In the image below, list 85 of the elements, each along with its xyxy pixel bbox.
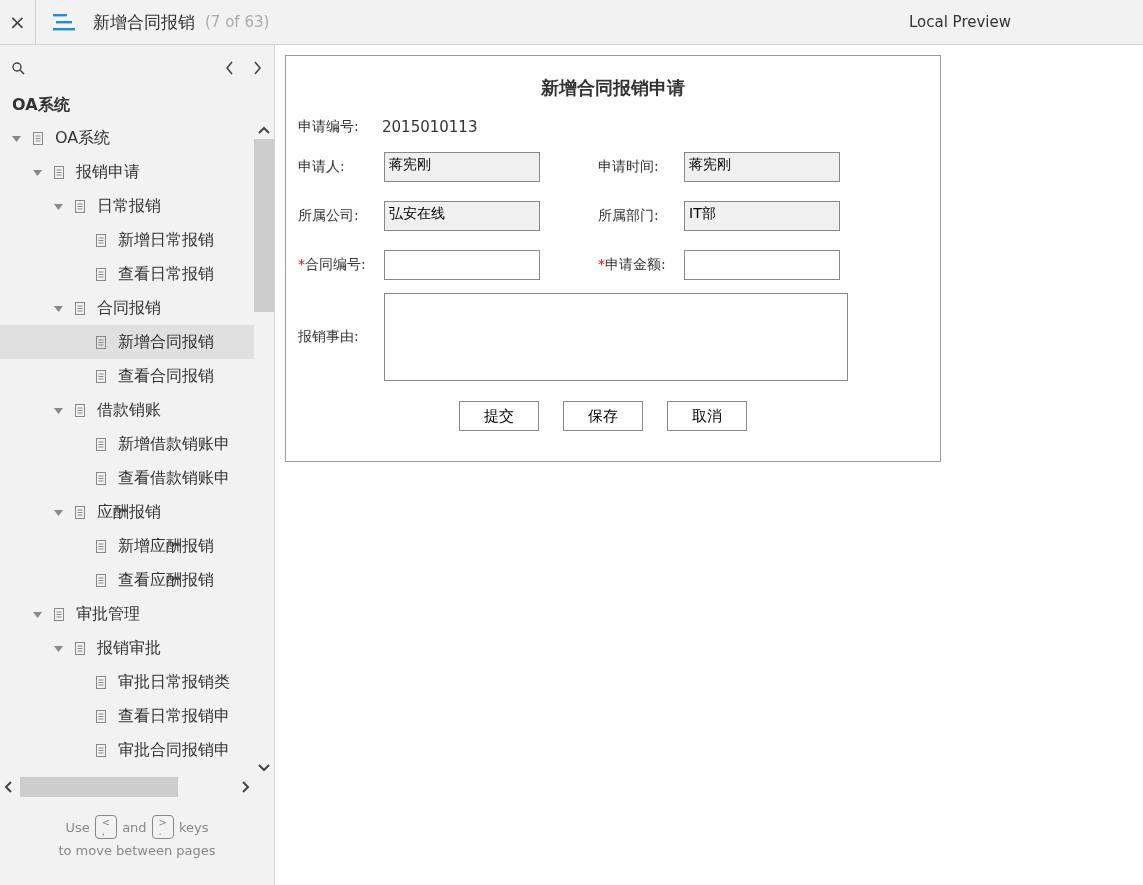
scroll-left-icon[interactable] <box>4 781 12 793</box>
input-field[interactable]: IT部 <box>684 201 840 231</box>
page-title: 新增合同报销 <box>93 10 195 34</box>
field-label: 申请编号: <box>298 118 360 136</box>
form-button[interactable]: 保存 <box>563 401 643 431</box>
tree-item[interactable]: 借款销账 <box>0 393 254 427</box>
page-icon <box>96 471 106 485</box>
tree-item[interactable]: 日常报销 <box>0 189 254 223</box>
next-icon[interactable] <box>253 61 262 75</box>
page-icon <box>96 675 106 689</box>
tree-item[interactable]: 审批合同报销申 <box>0 733 254 767</box>
page-icon <box>96 335 106 349</box>
tree-item[interactable]: 新增合同报销 <box>0 325 254 359</box>
tree-item[interactable]: 审批管理 <box>0 597 254 631</box>
tree-item[interactable]: OA系统 <box>0 121 254 155</box>
page-icon <box>75 199 85 213</box>
page-icon <box>75 505 85 519</box>
tree-item[interactable]: 报销审批 <box>0 631 254 665</box>
page-icon <box>54 607 64 621</box>
sidebar-heading: OA系统 <box>11 94 71 116</box>
scroll-down-icon[interactable] <box>258 764 270 772</box>
page-icon <box>75 641 85 655</box>
local-preview-label: Local Preview <box>908 13 1011 31</box>
hint-text: and <box>122 819 147 835</box>
menu-icon[interactable] <box>53 13 75 31</box>
page-counter: (7 of 63) <box>205 13 270 31</box>
key-cap: < , <box>94 815 118 839</box>
field-label: 报销事由: <box>298 328 360 346</box>
form-title: 新增合同报销申请 <box>540 76 686 100</box>
tree-item[interactable]: 新增借款销账申 <box>0 427 254 461</box>
tree-item[interactable]: 查看应酬报销 <box>0 563 254 597</box>
input-field[interactable]: 蒋宪刚 <box>684 152 840 182</box>
expanded-icon[interactable] <box>54 303 63 313</box>
tree-item[interactable]: 审批日常报销类 <box>0 665 254 699</box>
tree-item[interactable]: 查看借款销账申 <box>0 461 254 495</box>
hint-text: Use <box>65 819 90 835</box>
input-field[interactable]: 蒋宪刚 <box>384 152 540 182</box>
input-field[interactable]: 弘安在线 <box>384 201 540 231</box>
page-icon <box>96 539 106 553</box>
expanded-icon[interactable] <box>33 609 42 619</box>
field-label: 所属部门: <box>598 207 660 225</box>
page-icon <box>75 403 85 417</box>
tree-item[interactable]: 新增日常报销 <box>0 223 254 257</box>
field-label: *申请金额: <box>598 256 667 274</box>
tree-item[interactable]: 查看合同报销 <box>0 359 254 393</box>
page-icon <box>54 165 64 179</box>
expanded-icon[interactable] <box>54 507 63 517</box>
page-icon <box>96 743 106 757</box>
close-button[interactable]: × <box>0 0 36 45</box>
expanded-icon[interactable] <box>54 643 63 653</box>
field-label: 申请时间: <box>598 158 660 176</box>
reason-text-area[interactable] <box>384 293 848 381</box>
tree-item[interactable]: 报销申请 <box>0 155 254 189</box>
page-icon <box>75 301 85 315</box>
field-label: *合同编号: <box>298 256 367 274</box>
expanded-icon[interactable] <box>54 201 63 211</box>
expanded-icon[interactable] <box>54 405 63 415</box>
tree-item[interactable]: 合同报销 <box>0 291 254 325</box>
form-button[interactable]: 提交 <box>459 401 539 431</box>
form-button[interactable]: 取消 <box>667 401 747 431</box>
scroll-up-icon[interactable] <box>258 126 270 134</box>
page-icon <box>96 709 106 723</box>
hint-text: to move between pages <box>58 843 216 858</box>
expanded-icon[interactable] <box>12 133 21 143</box>
tree-item[interactable]: 查看日常报销 <box>0 257 254 291</box>
scroll-right-icon[interactable] <box>242 781 250 793</box>
tree-item[interactable]: 查看日常报销申 <box>0 699 254 733</box>
page-icon <box>96 369 106 383</box>
field-label: 申请人: <box>298 158 346 176</box>
tree-item[interactable]: 应酬报销 <box>0 495 254 529</box>
page-icon <box>96 267 106 281</box>
application-number: 2015010113 <box>382 118 478 136</box>
page-icon <box>96 233 106 247</box>
key-cap: > . <box>151 815 174 839</box>
expanded-icon[interactable] <box>33 167 42 177</box>
page-icon <box>33 131 43 145</box>
page-icon <box>96 437 106 451</box>
search-icon[interactable] <box>12 61 25 75</box>
field-label: 所属公司: <box>298 207 360 225</box>
page-icon <box>96 573 106 587</box>
hint-text: keys <box>179 819 209 835</box>
previous-icon[interactable] <box>225 61 234 75</box>
input-field[interactable] <box>684 250 840 280</box>
tree-item[interactable]: 新增应酬报销 <box>0 529 254 563</box>
input-field[interactable] <box>384 250 540 280</box>
